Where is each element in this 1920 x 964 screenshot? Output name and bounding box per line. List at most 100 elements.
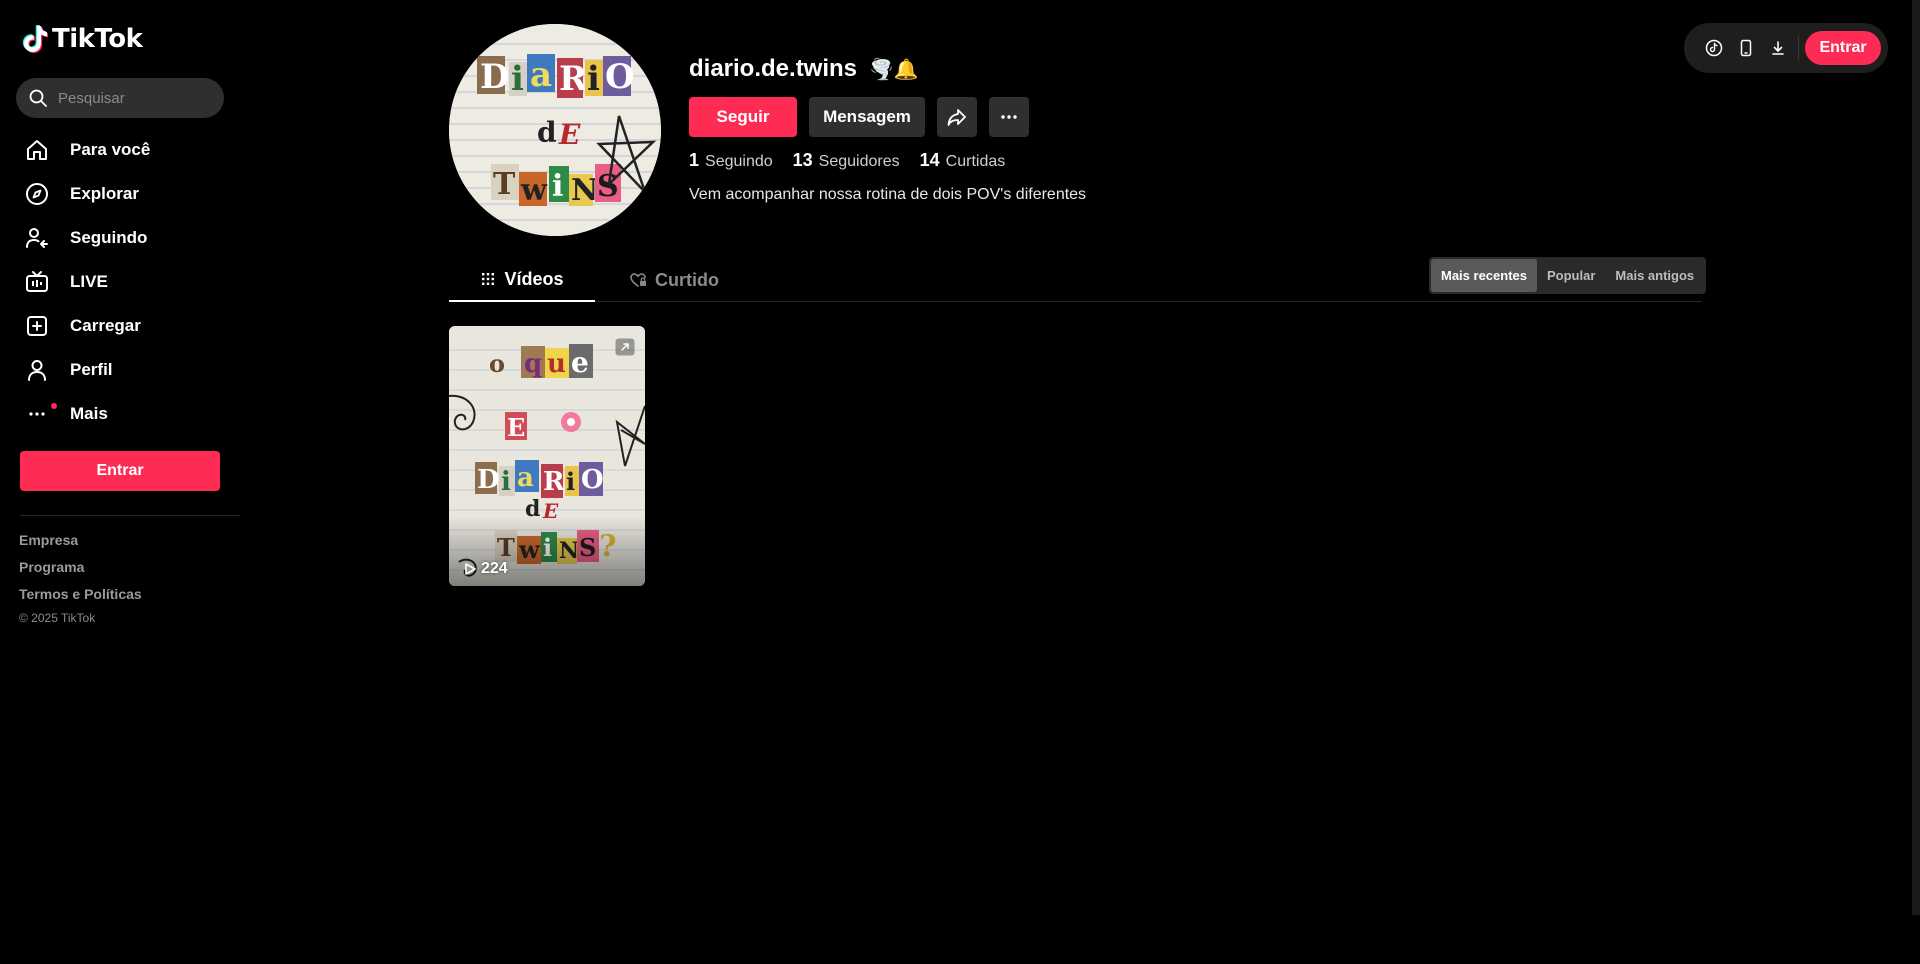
phone-icon — [1740, 39, 1752, 57]
upload-icon — [24, 313, 50, 339]
likes-count: 14 — [919, 150, 940, 170]
sidebar-item-following[interactable]: Seguindo — [16, 216, 224, 260]
likes-label: Curtidas — [945, 153, 1006, 170]
get-app-button[interactable] — [1730, 32, 1762, 64]
svg-text:R: R — [559, 59, 588, 99]
sidebar-item-label: Perfil — [70, 360, 113, 379]
following-count: 1 — [689, 150, 700, 170]
message-button[interactable]: Mensagem — [809, 97, 925, 137]
liked-lock-icon — [630, 273, 646, 287]
sidebar-item-live[interactable]: LIVE — [16, 260, 224, 304]
video-card[interactable]: o q u e E D i a R i O dE T w i N S ? 224 — [449, 326, 645, 586]
sidebar-divider — [20, 515, 240, 516]
sidebar-item-more[interactable]: Mais — [16, 392, 224, 436]
following-stat[interactable]: 1 Seguindo — [689, 150, 773, 171]
sidebar-item-for-you[interactable]: Para você — [16, 128, 224, 172]
tiktok-coin-button[interactable] — [1698, 32, 1730, 64]
tab-liked-label: Curtido — [655, 269, 719, 290]
footer-link-program[interactable]: Programa — [19, 558, 142, 585]
following-label: Seguindo — [705, 153, 773, 170]
sidebar-item-label: Mais — [70, 404, 108, 423]
top-controls: Entrar — [1684, 23, 1888, 73]
play-icon — [465, 563, 476, 575]
svg-text:O: O — [581, 465, 604, 495]
sidebar-item-upload[interactable]: Carregar — [16, 304, 224, 348]
share-button[interactable] — [937, 97, 977, 137]
sidebar-item-label: Seguindo — [70, 228, 148, 247]
notification-dot — [51, 403, 57, 409]
followers-stat[interactable]: 13 Seguidores — [793, 150, 900, 171]
followers-count: 13 — [792, 150, 813, 170]
svg-text:N: N — [571, 173, 598, 208]
svg-text:i: i — [566, 467, 575, 496]
footer-link-terms[interactable]: Termos e Políticas — [19, 585, 142, 612]
more-options-button[interactable] — [989, 97, 1029, 137]
sort-option-popular[interactable]: Popular — [1537, 259, 1605, 292]
svg-text:D: D — [477, 465, 500, 495]
share-icon — [947, 109, 966, 126]
profile-icon — [24, 357, 50, 383]
sidebar-nav: Para você Explorar Seguindo LIVE Carrega… — [16, 128, 224, 436]
top-controls-divider — [1798, 36, 1799, 60]
follow-button[interactable]: Seguir — [689, 97, 797, 137]
svg-text:a: a — [517, 463, 534, 493]
svg-text:R: R — [543, 467, 565, 497]
svg-text:e: e — [571, 346, 589, 379]
top-login-button[interactable]: Entrar — [1805, 31, 1881, 65]
sort-option-latest[interactable]: Mais recentes — [1431, 259, 1537, 292]
tab-videos[interactable]: Vídeos — [449, 258, 595, 302]
sidebar: TikTok Para você Explorar Seguindo — [0, 0, 240, 964]
grid-icon — [482, 273, 495, 285]
following-icon — [24, 225, 50, 251]
tab-liked[interactable]: Curtido — [629, 258, 719, 302]
svg-text:o: o — [489, 349, 505, 378]
page-scrollbar[interactable] — [1912, 0, 1920, 915]
search-bar[interactable] — [16, 78, 224, 118]
svg-text:q: q — [524, 349, 542, 379]
avatar[interactable]: D i a R i O d E T w i N S — [449, 24, 661, 236]
search-input[interactable] — [58, 89, 208, 107]
sidebar-item-label: LIVE — [70, 272, 108, 291]
footer-link-company[interactable]: Empresa — [19, 531, 142, 558]
sort-selector: Mais recentes Popular Mais antigos — [1429, 257, 1707, 294]
search-icon — [29, 89, 47, 107]
view-count: 224 — [463, 560, 508, 578]
svg-text:u: u — [547, 349, 566, 379]
home-icon — [24, 137, 50, 163]
profile-username: diario.de.twins — [689, 55, 858, 82]
svg-text:O: O — [605, 57, 635, 97]
profile-stats: 1 Seguindo 13 Seguidores 14 Curtidas — [689, 150, 1005, 171]
download-button[interactable] — [1762, 32, 1794, 64]
sidebar-item-label: Explorar — [70, 184, 139, 203]
more-icon — [24, 401, 50, 427]
tiktok-logo[interactable]: TikTok — [22, 24, 143, 54]
avatar-image: D i a R i O d E T w i N S — [449, 24, 661, 236]
more-horizontal-icon — [1001, 115, 1017, 119]
svg-text:w: w — [520, 173, 548, 208]
sidebar-item-label: Para você — [70, 140, 151, 159]
sidebar-item-label: Carregar — [70, 316, 141, 335]
profile-actions: Seguir Mensagem — [689, 97, 1029, 137]
sidebar-login-button[interactable]: Entrar — [20, 451, 220, 491]
footer-links: Empresa Programa Termos e Políticas — [19, 531, 142, 612]
svg-text:i: i — [501, 467, 511, 497]
live-icon — [24, 269, 50, 295]
svg-text:i: i — [552, 169, 563, 204]
svg-text:E: E — [507, 413, 525, 442]
sort-option-oldest[interactable]: Mais antigos — [1605, 259, 1704, 292]
expand-icon[interactable] — [615, 338, 635, 356]
tiktok-logo-icon — [22, 25, 48, 53]
sidebar-item-profile[interactable]: Perfil — [16, 348, 224, 392]
copyright: © 2025 TikTok — [19, 611, 96, 625]
download-icon — [1772, 41, 1784, 55]
view-count-value: 224 — [481, 560, 508, 577]
likes-stat: 14 Curtidas — [920, 150, 1006, 171]
followers-label: Seguidores — [818, 153, 900, 170]
username-emoji: 🌪️🔔 — [869, 58, 919, 81]
sidebar-item-explore[interactable]: Explorar — [16, 172, 224, 216]
tab-videos-label: Vídeos — [504, 268, 564, 289]
profile-bio: Vem acompanhar nossa rotina de dois POV'… — [689, 186, 1087, 203]
tiktok-icon — [1705, 39, 1723, 57]
svg-text:i: i — [587, 59, 600, 99]
logo-text: TikTok — [52, 24, 143, 54]
